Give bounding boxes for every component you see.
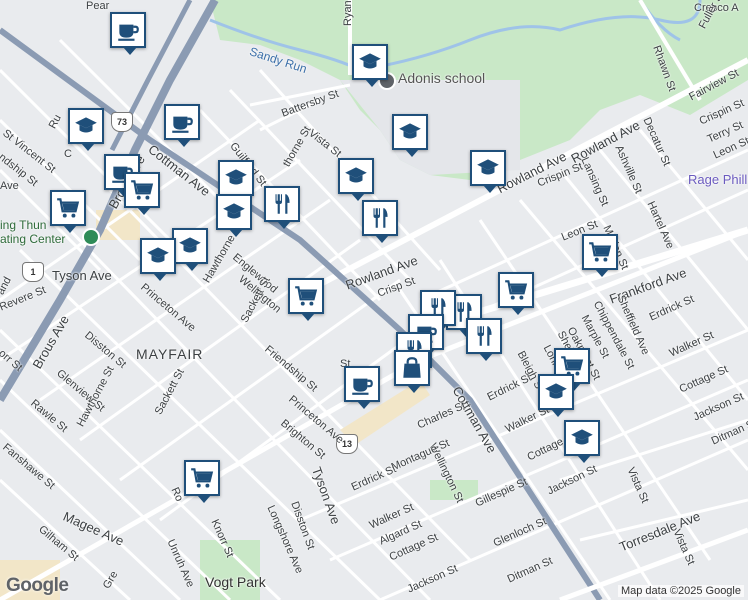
school-pin[interactable] [352, 44, 388, 87]
street-fragment-c: C [64, 148, 72, 160]
street-fragment-pear: Pear [86, 0, 110, 12]
school-pin[interactable] [172, 228, 208, 271]
map-attribution[interactable]: Map data ©2025 Google [617, 585, 744, 597]
cart-icon [503, 277, 529, 303]
cart-icon [293, 283, 319, 309]
cart-icon [55, 195, 81, 221]
coffee-icon [349, 371, 375, 397]
shopping-pin[interactable] [394, 350, 430, 393]
vogt-park-label[interactable]: Vogt Park [205, 574, 266, 590]
school-icon [569, 425, 595, 451]
restaurant-icon [367, 205, 393, 231]
rage-phill-label[interactable]: Rage Phill [688, 172, 747, 187]
school-pin[interactable] [338, 158, 374, 201]
tyson-ave-label: Tyson Ave [52, 268, 112, 283]
grocery-pin[interactable] [184, 460, 220, 503]
ryan-ave-label: Ryan Ave [342, 0, 354, 26]
route-73-shield: 73 [111, 112, 133, 132]
school-icon [177, 233, 203, 259]
coffee-pin[interactable] [110, 12, 146, 55]
cart-icon [587, 239, 613, 265]
map-canvas[interactable]: 73 13 1 MAYFAIR Adonis school Rage Phill… [0, 0, 748, 600]
school-icon [223, 165, 249, 191]
coffee-pin[interactable] [344, 366, 380, 409]
school-pin[interactable] [140, 238, 176, 281]
school-icon [221, 199, 247, 225]
grocery-pin[interactable] [288, 278, 324, 321]
restaurant-pin[interactable] [466, 318, 502, 361]
ice-center-marker-icon[interactable] [82, 228, 100, 246]
school-pin[interactable] [218, 160, 254, 203]
cart-icon [189, 465, 215, 491]
grocery-pin[interactable] [50, 190, 86, 233]
restaurant-pin[interactable] [264, 186, 300, 229]
school-pin[interactable] [538, 374, 574, 417]
google-logo[interactable]: Google [6, 575, 69, 597]
coffee-icon [115, 17, 141, 43]
school-pin[interactable] [216, 194, 252, 237]
route-1-shield: 1 [22, 262, 44, 282]
school-icon [475, 155, 501, 181]
restaurant-icon [269, 191, 295, 217]
school-icon [73, 113, 99, 139]
cart-icon [129, 177, 155, 203]
shopping-bag-icon [399, 355, 425, 381]
street-fragment-ave: Ave [0, 180, 19, 192]
neighborhood-label: MAYFAIR [136, 346, 204, 362]
school-icon [343, 163, 369, 189]
school-pin[interactable] [564, 420, 600, 463]
school-pin[interactable] [470, 150, 506, 193]
school-icon [145, 243, 171, 269]
school-icon [543, 379, 569, 405]
school-icon [357, 49, 383, 75]
coffee-icon [169, 109, 195, 135]
grocery-pin[interactable] [124, 172, 160, 215]
restaurant-pin[interactable] [362, 200, 398, 243]
school-pin[interactable] [68, 108, 104, 151]
coffee-pin[interactable] [164, 104, 200, 147]
adonis-school-label[interactable]: Adonis school [398, 70, 485, 86]
grocery-pin[interactable] [582, 234, 618, 277]
grocery-pin[interactable] [498, 272, 534, 315]
map-base [0, 0, 748, 600]
school-icon [397, 119, 423, 145]
restaurant-icon [471, 323, 497, 349]
school-pin[interactable] [392, 114, 428, 157]
